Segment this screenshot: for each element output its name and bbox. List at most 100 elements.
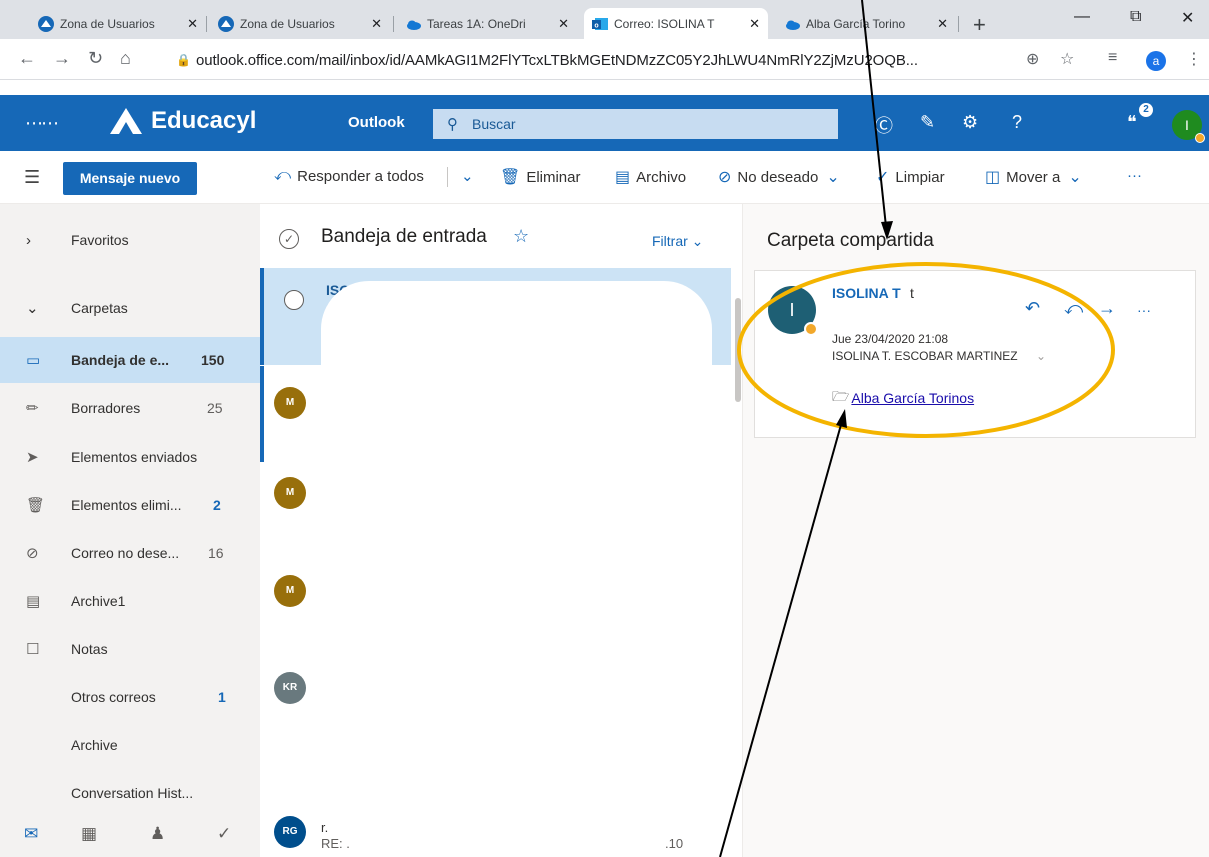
reply-all-icon: ⤺ — [274, 167, 292, 184]
folder-label: Elementos elimi... — [71, 497, 182, 513]
reload-icon[interactable]: ↻ — [88, 48, 103, 69]
back-icon[interactable]: ← — [18, 48, 36, 69]
tab-title: Zona de Usuarios — [60, 16, 155, 31]
folder-label: Correo no dese... — [71, 545, 180, 561]
settings-gear-icon[interactable]: ⚙ — [962, 112, 978, 133]
folder-junk[interactable]: ⊘ Correo no dese... 16 — [0, 530, 260, 576]
more-actions-button[interactable]: ··· — [1127, 167, 1142, 184]
folder-inbox[interactable]: ▭ Bandeja de e... 150 — [0, 337, 260, 383]
minimize-icon[interactable]: — — [1074, 8, 1090, 26]
tab-divider — [958, 16, 959, 32]
forward-icon[interactable]: → — [53, 48, 71, 69]
new-tab-button[interactable]: + — [973, 12, 986, 38]
browser-menu-icon[interactable]: ⋮ — [1186, 49, 1202, 69]
archive-label: Archivo — [636, 168, 687, 186]
reply-all-button[interactable]: ⤺ Responder a todos — [274, 167, 424, 185]
close-window-icon[interactable]: ✕ — [1181, 8, 1194, 28]
reply-all-icon[interactable]: ⤺ — [1064, 298, 1083, 319]
mail-icon[interactable]: ✉ — [24, 824, 38, 844]
move-to-button[interactable]: ◫ Mover a ⌄ — [985, 167, 1088, 187]
reply-icon[interactable]: ↶ — [1025, 298, 1040, 319]
restore-icon[interactable]: ⧉ — [1130, 8, 1141, 26]
browser-tab-active[interactable]: o Correo: ISOLINA T ✕ — [584, 8, 768, 39]
sender-name[interactable]: ISOLINA T — [832, 285, 901, 301]
select-all-checkbox[interactable]: ✓ — [279, 229, 299, 249]
more-options-icon[interactable]: ··· — [1137, 302, 1151, 318]
calendar-icon[interactable]: ▦ — [81, 824, 97, 844]
archive-button[interactable]: ▤ Archivo — [615, 167, 686, 187]
favorite-star-icon[interactable]: ☆ — [513, 226, 529, 247]
forward-icon[interactable]: → — [1098, 298, 1116, 319]
people-icon[interactable]: ♟ — [150, 824, 165, 844]
shared-folder-link[interactable]: 🗁 Alba García Torinos — [832, 386, 974, 410]
sweep-button[interactable]: ✓ Limpiar — [876, 167, 945, 187]
folders-header[interactable]: ⌄ Carpetas — [0, 285, 260, 331]
address-bar[interactable]: 🔒 outlook.office.com/mail/inbox/id/AAMkA… — [176, 46, 1002, 74]
install-app-icon[interactable]: ⊕ — [1026, 49, 1039, 69]
close-tab-icon[interactable]: ✕ — [749, 16, 760, 32]
browser-tab[interactable]: Zona de Usuarios ✕ — [30, 8, 206, 39]
new-message-button[interactable]: Mensaje nuevo — [63, 162, 197, 195]
folder-conversation-history[interactable]: Conversation Hist... — [0, 770, 260, 816]
message-select-radio[interactable] — [284, 290, 304, 310]
reading-list-icon[interactable]: ≡ — [1108, 49, 1117, 67]
home-icon[interactable]: ⌂ — [120, 48, 131, 69]
tasks-icon[interactable]: ✓ — [217, 824, 231, 844]
brand-name: Educacyl — [151, 107, 257, 134]
bookmark-star-icon[interactable]: ☆ — [1060, 49, 1074, 69]
filter-label: Filtrar — [652, 233, 688, 249]
folder-notes[interactable]: ☐ Notas — [0, 626, 260, 672]
browser-tab[interactable]: Alba García Torino ✕ — [776, 8, 956, 39]
close-tab-icon[interactable]: ✕ — [937, 16, 948, 32]
tab-title: Alba García Torino — [806, 16, 906, 31]
search-input[interactable]: ⚲ Buscar — [433, 109, 838, 139]
favorites-header[interactable]: › Favoritos — [0, 217, 260, 263]
scrollbar[interactable] — [731, 268, 743, 857]
delete-button[interactable]: 🗑 Eliminar — [500, 167, 581, 187]
folder-archive[interactable]: Archive — [0, 722, 260, 768]
sender-avatar[interactable]: I — [768, 286, 818, 336]
presence-dot — [804, 322, 818, 336]
outlook-header: ⋯⋯ Educacyl Outlook ⚲ Buscar Ⓒ ✎ ⚙ ? ❝ 2… — [0, 95, 1209, 151]
junk-button[interactable]: ⊘ No deseado ⌄ — [718, 167, 846, 187]
inbox-icon: ▭ — [26, 352, 41, 369]
profile-avatar[interactable]: a — [1146, 51, 1166, 71]
folder-deleted[interactable]: 🗑 Elementos elimi... 2 — [0, 482, 260, 528]
search-placeholder: Buscar — [472, 116, 516, 132]
shared-folder-link-text[interactable]: Alba García Torinos — [851, 390, 974, 406]
account-avatar[interactable]: I — [1172, 110, 1205, 143]
tab-divider — [393, 16, 394, 32]
hamburger-icon[interactable]: ☰ — [24, 167, 40, 188]
command-bar: ☰ Mensaje nuevo ⤺ Responder a todos ⌄ 🗑 … — [0, 151, 1209, 204]
my-day-icon[interactable]: ✎ — [920, 112, 935, 133]
help-icon[interactable]: ? — [1012, 112, 1022, 133]
reply-options-chevron-icon[interactable]: ⌄ — [461, 167, 474, 185]
avatar: M — [274, 575, 306, 607]
chevron-down-icon: ⌄ — [26, 300, 39, 317]
archive-icon: ▤ — [615, 169, 631, 186]
folder-other-mail[interactable]: Otros correos 1 — [0, 674, 260, 720]
close-tab-icon[interactable]: ✕ — [558, 16, 569, 32]
browser-tab[interactable]: Tareas 1A: OneDri ✕ — [397, 8, 577, 39]
svg-text:o: o — [594, 22, 598, 29]
folder-archive1[interactable]: ▤ Archive1 — [0, 578, 260, 624]
brand[interactable]: Educacyl — [109, 106, 256, 136]
chevron-right-icon: › — [26, 231, 31, 249]
scrollbar-thumb[interactable] — [735, 298, 741, 402]
folder-drafts[interactable]: ✏ Borradores 25 — [0, 385, 260, 431]
recipient[interactable]: ISOLINA T. ESCOBAR MARTINEZ — [832, 349, 1018, 363]
megaphone-icon[interactable]: ❝ — [1127, 112, 1137, 133]
expand-recipients-icon[interactable]: ⌄ — [1036, 349, 1046, 363]
sender-name-tail: t — [910, 285, 914, 301]
skype-icon[interactable]: Ⓒ — [875, 112, 893, 138]
close-tab-icon[interactable]: ✕ — [187, 16, 198, 32]
close-tab-icon[interactable]: ✕ — [371, 16, 382, 32]
folder-label: Borradores — [71, 400, 141, 416]
avatar: RG — [274, 816, 306, 848]
filter-button[interactable]: Filtrar ⌄ — [652, 233, 703, 250]
browser-tab[interactable]: Zona de Usuarios ✕ — [210, 8, 390, 39]
folder-label: Elementos enviados — [71, 449, 198, 465]
app-name[interactable]: Outlook — [348, 114, 405, 131]
app-launcher-icon[interactable]: ⋯⋯ — [25, 113, 59, 134]
folder-sent[interactable]: ➤ Elementos enviados — [0, 434, 260, 480]
